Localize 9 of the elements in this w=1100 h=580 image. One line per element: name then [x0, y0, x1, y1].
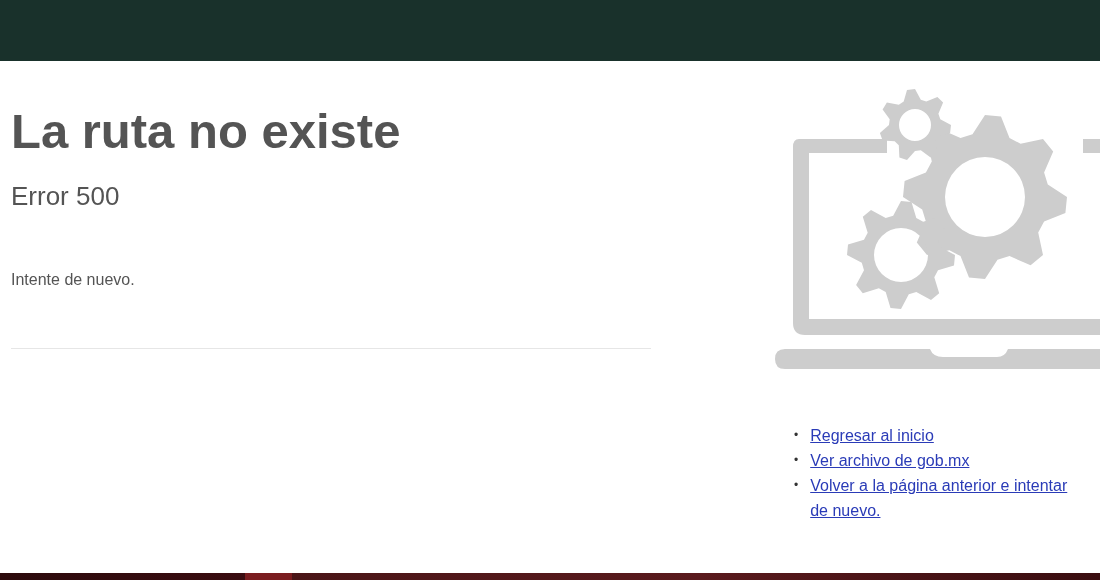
nav-link[interactable]: Volver a la página anterior e intentar de nuevo.: [810, 473, 1075, 523]
nav-link[interactable]: Ver archivo de gob.mx: [810, 448, 970, 473]
error-message: Intente de nuevo.: [11, 270, 136, 291]
page-title: La ruta no existe: [11, 105, 402, 159]
bullet: •: [794, 427, 799, 444]
error-code: Error 500: [11, 180, 121, 213]
bullet: •: [794, 452, 799, 469]
bullet: •: [794, 477, 799, 494]
nav-link[interactable]: Regresar al inicio: [810, 423, 934, 448]
